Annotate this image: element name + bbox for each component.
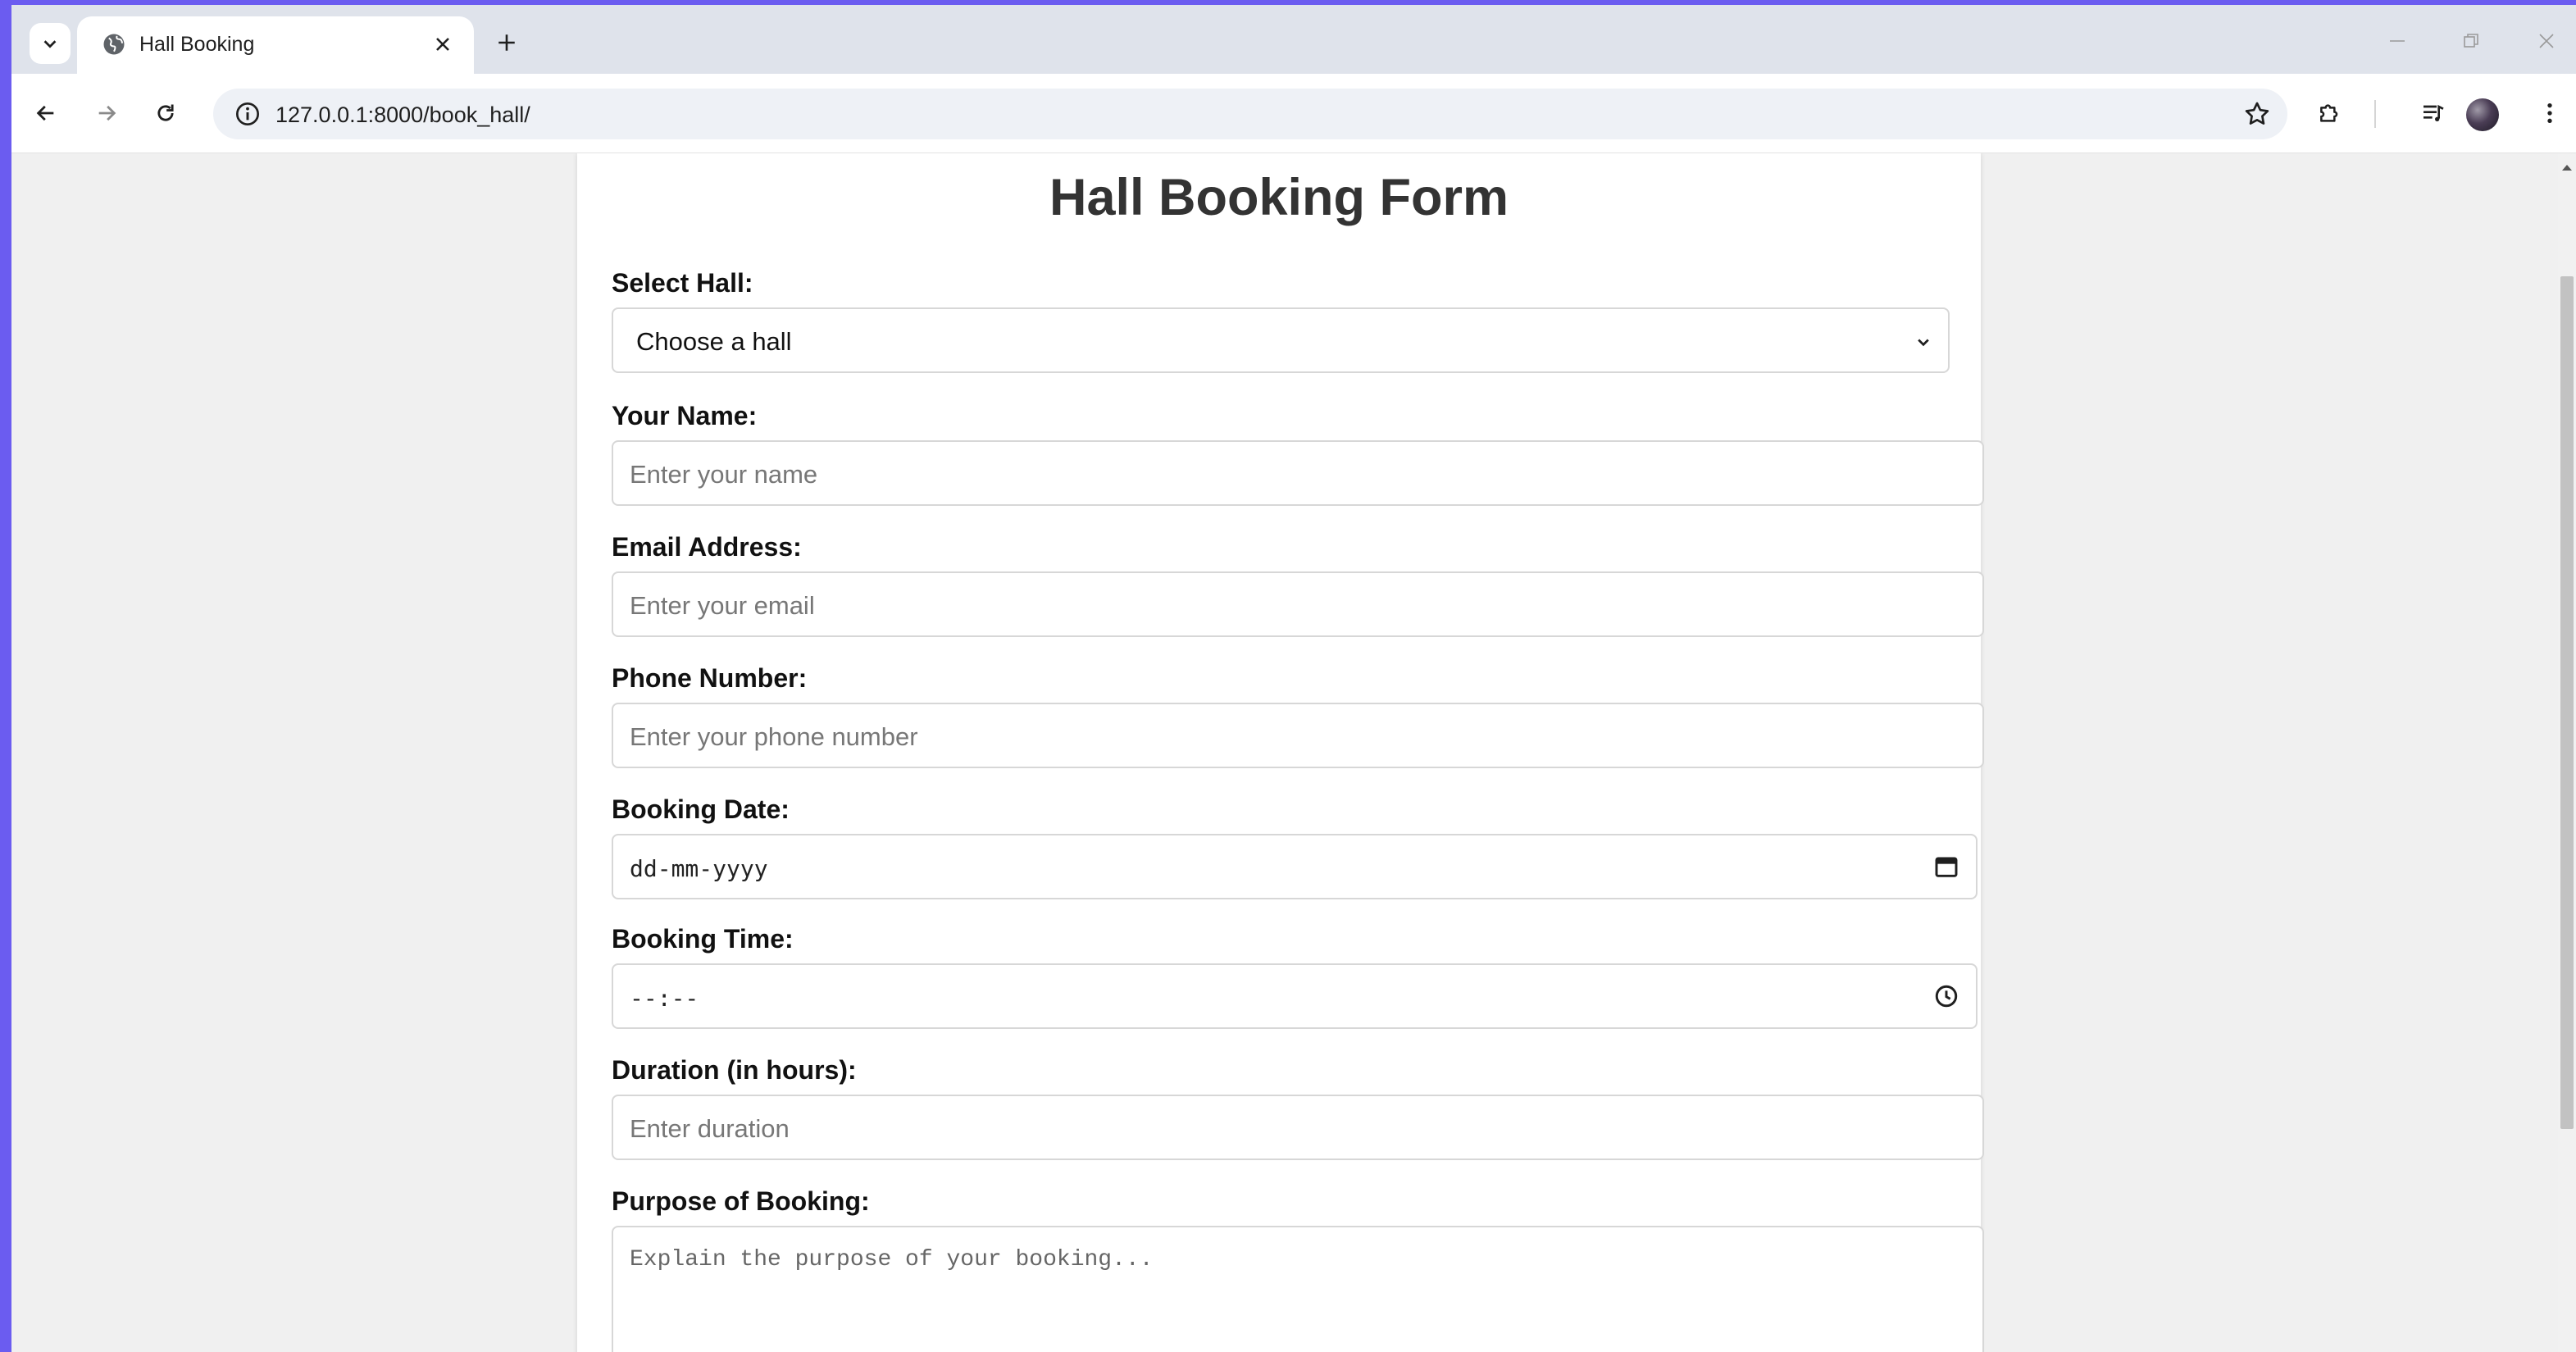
profile-avatar[interactable] [2466, 98, 2499, 131]
time-input[interactable]: --:-- [612, 963, 1978, 1029]
phone-label: Phone Number: [612, 663, 808, 693]
media-queue-icon [2424, 104, 2444, 121]
reload-icon [157, 104, 174, 121]
info-icon[interactable] [234, 101, 261, 127]
chevron-down-icon [1918, 339, 1929, 347]
puzzle-icon [2320, 104, 2338, 122]
hall-select[interactable]: Choose a hall [612, 307, 1950, 373]
back-button[interactable] [26, 93, 66, 133]
minimize-button[interactable] [2379, 25, 2415, 57]
purpose-placeholder: Explain the purpose of your booking... [630, 1247, 1154, 1272]
scrollbar-thumb[interactable] [2560, 276, 2574, 1129]
name-label: Your Name: [612, 401, 758, 430]
globe-icon [103, 34, 125, 55]
tab-close-button[interactable] [426, 28, 459, 61]
email-placeholder: Enter your email [630, 591, 815, 620]
close-icon [436, 38, 449, 51]
calendar-icon[interactable] [1933, 854, 1959, 880]
duration-label: Duration (in hours): [612, 1055, 857, 1085]
page-scrollbar[interactable] [2558, 153, 2576, 1352]
page-viewport: Hall Booking Form Select Hall: Choose a … [11, 153, 2576, 1352]
phone-placeholder: Enter your phone number [630, 722, 918, 751]
new-tab-button[interactable] [489, 25, 525, 61]
booking-form-card: Hall Booking Form Select Hall: Choose a … [577, 153, 1984, 1352]
restore-button[interactable] [2453, 25, 2489, 57]
date-input[interactable]: dd-mm-yyyy [612, 834, 1978, 899]
minimize-icon [2390, 40, 2405, 42]
purpose-label: Purpose of Booking: [612, 1186, 870, 1216]
reading-list-button[interactable] [2414, 93, 2453, 133]
date-value: dd-mm-yyyy [630, 855, 768, 882]
time-label: Booking Time: [612, 924, 794, 954]
hall-label: Select Hall: [612, 268, 753, 298]
close-window-button[interactable] [2528, 25, 2565, 57]
chevron-down-icon [43, 40, 57, 48]
tab-search-button[interactable] [30, 23, 71, 64]
reload-button[interactable] [146, 93, 185, 133]
purpose-textarea[interactable]: Explain the purpose of your booking... [612, 1226, 1984, 1352]
plus-icon [498, 34, 515, 51]
browser-menu-button[interactable] [2530, 93, 2569, 133]
forward-arrow-icon [98, 105, 116, 121]
duration-input[interactable]: Enter duration [612, 1095, 1984, 1160]
active-tab[interactable]: Hall Booking [77, 16, 474, 74]
more-vertical-icon [2547, 103, 2552, 123]
form-title: Hall Booking Form [1049, 169, 1509, 226]
close-icon [2539, 34, 2554, 48]
time-value: --:-- [630, 985, 699, 1012]
bookmark-star-icon[interactable] [2243, 100, 2271, 128]
email-label: Email Address: [612, 532, 802, 562]
email-input[interactable]: Enter your email [612, 571, 1984, 637]
url-text[interactable]: 127.0.0.1:8000/book_hall/ [275, 102, 530, 128]
phone-input[interactable]: Enter your phone number [612, 703, 1984, 768]
tab-strip: Hall Booking [11, 5, 2576, 74]
hall-select-value: Choose a hall [636, 327, 792, 356]
forward-button[interactable] [87, 93, 126, 133]
name-input[interactable]: Enter your name [612, 440, 1984, 506]
name-placeholder: Enter your name [630, 460, 818, 489]
browser-window: Hall Booking 127.0.0.1:8000/book_hall/ H… [11, 5, 2576, 1352]
tab-title: Hall Booking [139, 33, 255, 56]
duration-placeholder: Enter duration [630, 1114, 790, 1143]
toolbar-divider [2374, 100, 2376, 128]
date-label: Booking Date: [612, 794, 790, 824]
extensions-button[interactable] [2310, 93, 2350, 133]
back-arrow-icon [36, 105, 54, 121]
restore-icon [2464, 34, 2478, 48]
clock-icon[interactable] [1933, 983, 1959, 1009]
browser-toolbar: 127.0.0.1:8000/book_hall/ [11, 74, 2576, 153]
address-bar[interactable]: 127.0.0.1:8000/book_hall/ [213, 89, 2287, 139]
scroll-up-arrow-icon[interactable] [2562, 165, 2572, 171]
